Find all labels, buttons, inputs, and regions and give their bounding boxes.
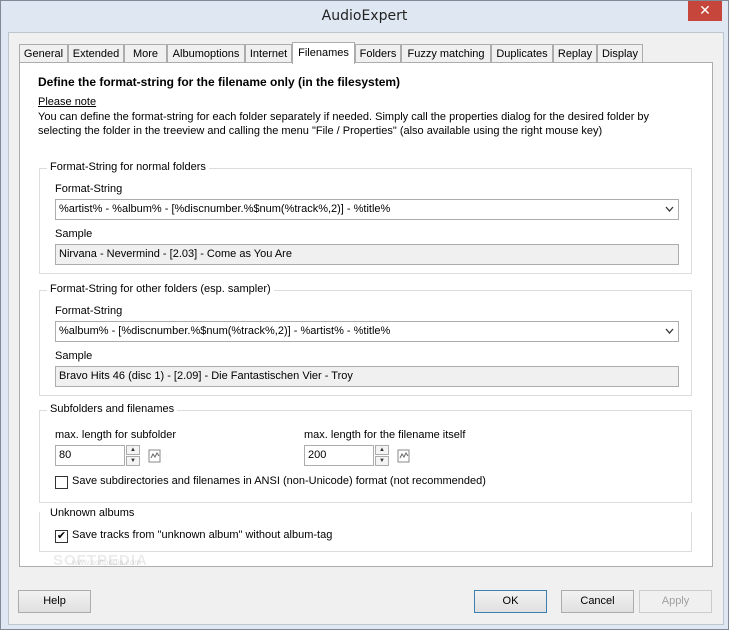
tab-fuzzy-matching[interactable]: Fuzzy matching — [401, 44, 491, 62]
group-title: Format-String for normal folders — [47, 161, 209, 173]
sample-label: Sample — [55, 228, 93, 240]
cancel-button[interactable]: Cancel — [561, 590, 634, 613]
sample-label: Sample — [55, 350, 93, 362]
apply-button[interactable]: Apply — [639, 590, 712, 613]
tab-general[interactable]: General — [19, 44, 68, 62]
tab-folders[interactable]: Folders — [355, 44, 401, 62]
normal-sample-field: Nirvana - Nevermind - [2.03] - Come as Y… — [55, 244, 679, 265]
group-title: Format-String for other folders (esp. sa… — [47, 283, 274, 295]
group-title: Subfolders and filenames — [47, 403, 178, 415]
tab-replay[interactable]: Replay — [553, 44, 597, 62]
spin-up-button[interactable]: ▲ — [375, 445, 389, 455]
note-title: Please note — [38, 96, 97, 108]
subfolder-length-label: max. length for subfolder — [55, 429, 177, 441]
filenames-panel: Define the format-string for the filenam… — [19, 62, 713, 569]
dialog-client-area: General Extended More Albumoptions Inter… — [8, 32, 724, 625]
normal-folders-group: Format-String for normal folders Format-… — [39, 161, 692, 274]
tab-extended[interactable]: Extended — [68, 44, 124, 62]
ansi-format-checkbox[interactable] — [55, 476, 68, 489]
other-format-string-combo[interactable]: %album% - [%discnumber.%$num(%track%,2)]… — [55, 321, 679, 342]
chevron-down-icon[interactable] — [665, 200, 674, 226]
watermark-url: www.softpedia.com — [72, 558, 141, 567]
group-title: Unknown albums — [47, 507, 138, 519]
ansi-format-label[interactable]: Save subdirectories and filenames in ANS… — [72, 475, 486, 487]
panel-heading: Define the format-string for the filenam… — [38, 75, 401, 89]
ok-button[interactable]: OK — [474, 590, 547, 613]
other-sample-field: Bravo Hits 46 (disc 1) - [2.09] - Die Fa… — [55, 366, 679, 387]
filename-length-label: max. length for the filename itself — [304, 429, 466, 441]
dialog-window: AudioExpert ✕ General Extended More Albu… — [0, 0, 729, 630]
subfolder-length-input[interactable]: 80 — [55, 445, 125, 466]
normal-format-string-combo[interactable]: %artist% - %album% - [%discnumber.%$num(… — [55, 199, 679, 220]
tab-more[interactable]: More — [124, 44, 167, 62]
tab-display[interactable]: Display — [597, 44, 643, 62]
tab-internet[interactable]: Internet — [245, 44, 292, 62]
spin-up-button[interactable]: ▲ — [126, 445, 140, 455]
edit-wizard-icon[interactable] — [396, 448, 412, 464]
other-folders-group: Format-String for other folders (esp. sa… — [39, 283, 692, 396]
filename-length-input[interactable]: 200 — [304, 445, 374, 466]
close-button[interactable]: ✕ — [688, 1, 722, 21]
combo-value: %artist% - %album% - [%discnumber.%$num(… — [59, 203, 391, 215]
chevron-down-icon[interactable] — [665, 322, 674, 348]
filename-length-spinner: ▲ ▼ — [375, 445, 389, 466]
subfolders-group: Subfolders and filenames max. length for… — [39, 403, 692, 503]
tab-albumoptions[interactable]: Albumoptions — [167, 44, 245, 62]
tab-filenames[interactable]: Filenames — [292, 42, 355, 64]
tab-duplicates[interactable]: Duplicates — [491, 44, 553, 62]
combo-value: %album% - [%discnumber.%$num(%track%,2)]… — [59, 325, 391, 337]
subfolder-length-spinner: ▲ ▼ — [126, 445, 140, 466]
unknown-album-label[interactable]: Save tracks from "unknown album" without… — [72, 529, 332, 541]
spin-down-button[interactable]: ▼ — [126, 456, 140, 466]
window-title: AudioExpert — [321, 8, 408, 24]
help-button[interactable]: Help — [18, 590, 91, 613]
unknown-album-checkbox[interactable]: ✔ — [55, 530, 68, 543]
edit-wizard-icon[interactable] — [147, 448, 163, 464]
note-text: You can define the format-string for eac… — [38, 111, 650, 137]
format-string-label: Format-String — [55, 305, 123, 317]
format-string-label: Format-String — [55, 183, 123, 195]
title-bar[interactable]: AudioExpert ✕ — [1, 1, 728, 32]
spin-down-button[interactable]: ▼ — [375, 456, 389, 466]
unknown-albums-group: Unknown albums ✔ Save tracks from "unkno… — [39, 507, 692, 552]
